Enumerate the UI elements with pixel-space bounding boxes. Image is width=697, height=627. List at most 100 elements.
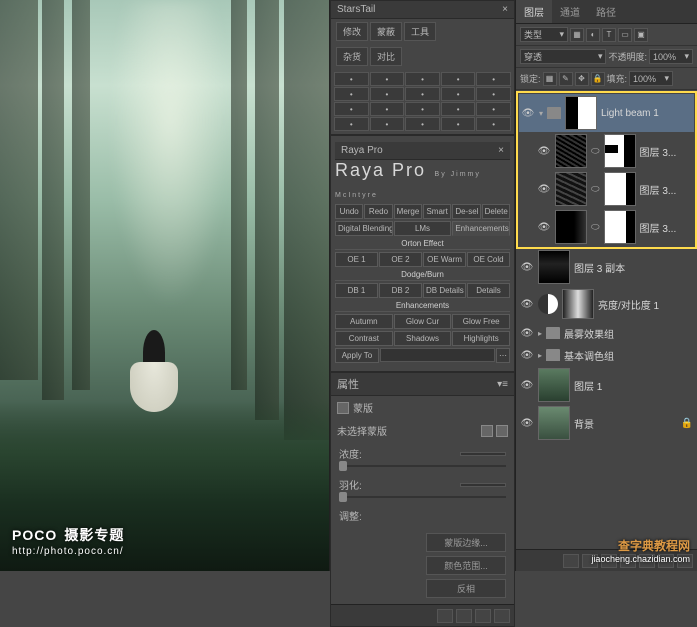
visibility-icon[interactable]: 👁: [520, 260, 534, 274]
tool-icon[interactable]: •: [405, 102, 440, 116]
oecold-button[interactable]: OE Cold: [467, 252, 510, 267]
density-value[interactable]: [460, 452, 506, 456]
expand-icon[interactable]: ▾: [539, 109, 543, 118]
layer-mask[interactable]: [562, 289, 594, 319]
visibility-icon[interactable]: 👁: [521, 106, 535, 120]
layer-list[interactable]: 👁 ▾ Light beam 1 👁 ⬭ 图层 3... 👁 ⬭: [516, 90, 697, 549]
filter-kind-select[interactable]: 类型▾: [520, 27, 568, 42]
visibility-icon[interactable]: 👁: [520, 348, 534, 362]
visibility-icon[interactable]: 👁: [520, 297, 534, 311]
filter-pixel-icon[interactable]: ▦: [570, 28, 584, 42]
mask-edge-button[interactable]: 蒙版边缘...: [426, 533, 506, 552]
layer-row[interactable]: 👁 背景 🔒: [518, 404, 695, 442]
tool-icon[interactable]: •: [441, 72, 476, 86]
layer-name[interactable]: 图层 3 副本: [574, 260, 625, 275]
layer-row[interactable]: 👁 ▾ Light beam 1: [519, 94, 694, 132]
blend-mode-select[interactable]: 穿透▾: [520, 49, 606, 64]
smart-button[interactable]: Smart: [423, 204, 451, 219]
details-button[interactable]: Details: [467, 283, 510, 298]
tool-icon[interactable]: •: [334, 117, 369, 131]
filter-smart-icon[interactable]: ▣: [634, 28, 648, 42]
tool-icon[interactable]: •: [405, 87, 440, 101]
footer-icon[interactable]: [437, 609, 453, 623]
panel-menu-icon[interactable]: ▾≡: [497, 379, 508, 390]
oe1-button[interactable]: OE 1: [335, 252, 378, 267]
undo-button[interactable]: Undo: [335, 204, 363, 219]
tool-icon[interactable]: •: [441, 102, 476, 116]
db2-button[interactable]: DB 2: [379, 283, 422, 298]
apply-to-input[interactable]: [380, 348, 495, 362]
tool-icon[interactable]: •: [405, 72, 440, 86]
layer-row[interactable]: 👁 ⬭ 图层 3...: [519, 132, 694, 170]
visibility-icon[interactable]: 👁: [537, 182, 551, 196]
layer-thumb[interactable]: [555, 210, 587, 244]
tool-icon[interactable]: •: [370, 72, 405, 86]
layer-name[interactable]: 图层 1: [574, 378, 602, 393]
tool-icon[interactable]: •: [334, 87, 369, 101]
layer-thumb[interactable]: [538, 368, 570, 402]
color-range-button[interactable]: 颜色范围...: [426, 556, 506, 575]
merge-button[interactable]: Merge: [394, 204, 422, 219]
layer-thumb[interactable]: [555, 134, 587, 168]
lock-all-icon[interactable]: 🔒: [591, 72, 605, 86]
layer-mask[interactable]: [604, 210, 636, 244]
filter-shape-icon[interactable]: ▭: [618, 28, 632, 42]
tab-layers[interactable]: 图层: [516, 0, 552, 23]
layer-row[interactable]: 👁 ▸ 晨雾效果组: [518, 322, 695, 344]
feather-value[interactable]: [460, 483, 506, 487]
glowfree-button[interactable]: Glow Free: [452, 314, 510, 329]
layer-row[interactable]: 👁 图层 1: [518, 366, 695, 404]
expand-icon[interactable]: ▸: [538, 329, 542, 338]
layer-name[interactable]: 晨雾效果组: [564, 326, 614, 341]
lock-pixels-icon[interactable]: ✎: [559, 72, 573, 86]
fill-input[interactable]: 100%▾: [629, 71, 673, 86]
layer-mask[interactable]: [604, 134, 636, 168]
tab-digital-blending[interactable]: Digital Blending: [335, 221, 393, 236]
layer-name[interactable]: 亮度/对比度 1: [598, 297, 659, 312]
db1-button[interactable]: DB 1: [335, 283, 378, 298]
visibility-icon[interactable]: 👁: [520, 378, 534, 392]
layer-name[interactable]: 图层 3...: [640, 144, 677, 159]
layer-row[interactable]: 👁 ▸ 基本调色组: [518, 344, 695, 366]
tab-paths[interactable]: 路径: [588, 0, 624, 23]
link-layers-icon[interactable]: [563, 554, 579, 568]
redo-button[interactable]: Redo: [364, 204, 392, 219]
layer-name[interactable]: Light beam 1: [601, 108, 659, 119]
tab-channels[interactable]: 通道: [552, 0, 588, 23]
layer-row[interactable]: 👁 ⬭ 图层 3...: [519, 170, 694, 208]
autumn-button[interactable]: Autumn: [335, 314, 393, 329]
layer-thumb[interactable]: [538, 406, 570, 440]
tool-icon[interactable]: •: [405, 117, 440, 131]
tool-icon[interactable]: •: [334, 72, 369, 86]
delete-button[interactable]: Delete: [482, 204, 510, 219]
desel-button[interactable]: De-sel: [452, 204, 480, 219]
apply-to-button[interactable]: Apply To: [335, 348, 379, 363]
layer-name[interactable]: 背景: [574, 416, 594, 431]
layer-name[interactable]: 图层 3...: [640, 182, 677, 197]
invert-button[interactable]: 反相: [426, 579, 506, 598]
tool-icon[interactable]: •: [476, 117, 511, 131]
tool-icon[interactable]: •: [441, 87, 476, 101]
filter-type-icon[interactable]: T: [602, 28, 616, 42]
expand-icon[interactable]: ▸: [538, 351, 542, 360]
layer-row[interactable]: 👁 亮度/对比度 1: [518, 286, 695, 322]
tab-enhancements[interactable]: Enhancements: [452, 221, 510, 236]
visibility-icon[interactable]: 👁: [520, 326, 534, 340]
apply-options-button[interactable]: ⋯: [496, 348, 510, 363]
filter-adjust-icon[interactable]: ◐: [586, 28, 600, 42]
tool-icon[interactable]: •: [476, 72, 511, 86]
shadows-button[interactable]: Shadows: [394, 331, 452, 346]
feather-slider[interactable]: [339, 496, 506, 498]
oewarm-button[interactable]: OE Warm: [423, 252, 466, 267]
footer-icon[interactable]: [456, 609, 472, 623]
close-icon[interactable]: ×: [498, 145, 504, 156]
close-icon[interactable]: ×: [502, 4, 508, 15]
footer-icon[interactable]: [475, 609, 491, 623]
tool-icon[interactable]: •: [476, 87, 511, 101]
dbdetails-button[interactable]: DB Details: [423, 283, 466, 298]
layer-row[interactable]: 👁 ⬭ 图层 3...: [519, 208, 694, 246]
oe2-button[interactable]: OE 2: [379, 252, 422, 267]
pixel-mask-icon[interactable]: [481, 425, 493, 437]
visibility-icon[interactable]: 👁: [520, 416, 534, 430]
document-canvas[interactable]: POCO 摄影专题 http://photo.poco.cn/: [0, 0, 329, 571]
